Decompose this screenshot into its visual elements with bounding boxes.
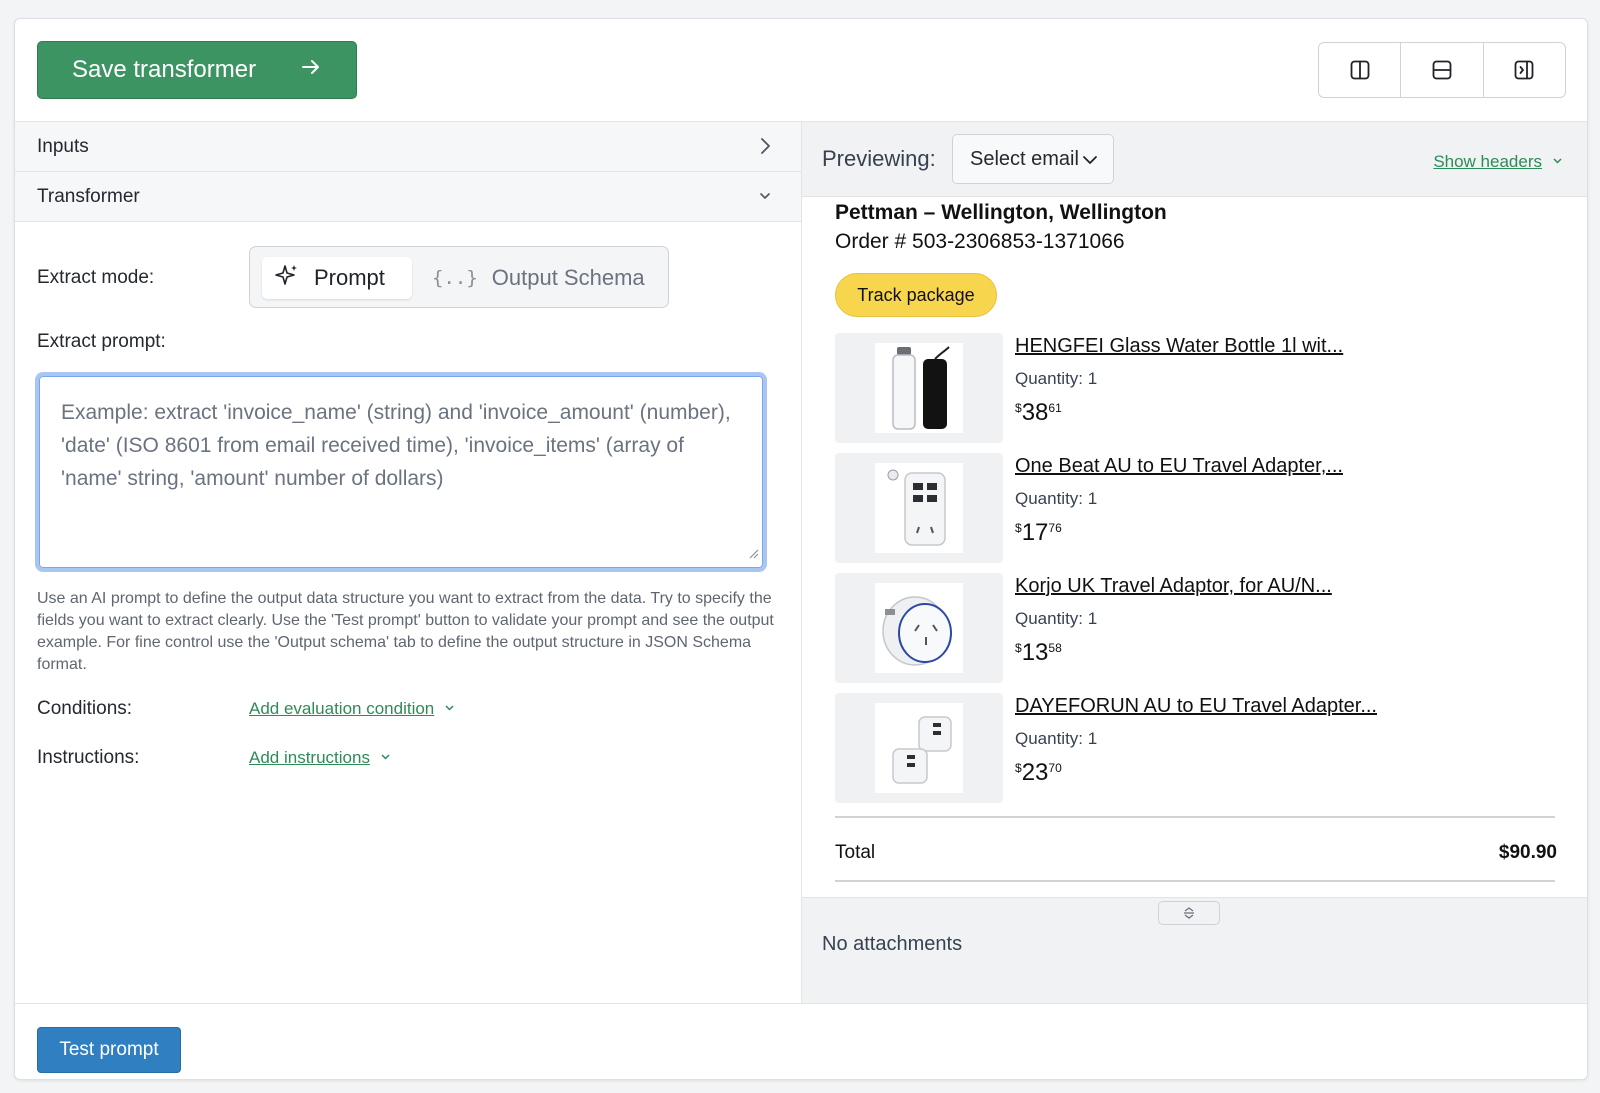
item-price: $1358 <box>1015 639 1062 667</box>
attachments-status: No attachments <box>822 933 963 955</box>
chevron-right-icon <box>755 136 775 162</box>
item-title-link[interactable]: One Beat AU to EU Travel Adapter,... <box>1015 455 1343 478</box>
sparkles-icon <box>274 262 300 294</box>
item-quantity: Quantity: 1 <box>1015 729 1098 748</box>
output-schema-mode-label: Output Schema <box>491 265 645 290</box>
price-whole: 23 <box>1021 759 1049 786</box>
split-vertical-button[interactable] <box>1319 43 1402 97</box>
item-quantity: Quantity: 1 <box>1015 489 1098 508</box>
extract-mode-label: Extract mode: <box>37 267 155 288</box>
order-item: Korjo UK Travel Adaptor, for AU/N... Qua… <box>835 573 1555 683</box>
chevron-down-icon <box>444 702 455 716</box>
chevron-down-icon <box>1081 151 1099 175</box>
pane-resize-handle[interactable] <box>1158 901 1220 925</box>
resize-vertical-icon <box>1184 907 1194 919</box>
select-email-value: Select email <box>970 147 1079 170</box>
price-currency: $ <box>1015 761 1022 775</box>
extract-prompt-field-wrapper <box>35 372 767 572</box>
arrow-right-icon <box>300 56 322 85</box>
travel-adapter-image <box>887 469 946 546</box>
price-fraction: 61 <box>1048 401 1062 415</box>
order-item: One Beat AU to EU Travel Adapter,... Qua… <box>835 453 1555 563</box>
bottom-toolbar: Test prompt <box>15 1003 1587 1079</box>
panel-right-icon <box>1514 60 1534 80</box>
price-fraction: 58 <box>1048 641 1062 655</box>
split-horizontal-icon <box>1432 60 1452 80</box>
email-preview: Pettman – Wellington, Wellington Order #… <box>802 197 1587 897</box>
inputs-accordion-label: Inputs <box>37 135 89 157</box>
resize-handle-icon[interactable] <box>747 546 759 564</box>
price-currency: $ <box>1015 521 1022 535</box>
inputs-accordion[interactable]: Inputs <box>15 122 801 172</box>
price-currency: $ <box>1015 641 1022 655</box>
water-bottle-image <box>892 346 950 430</box>
price-whole: 38 <box>1021 399 1049 426</box>
item-quantity: Quantity: 1 <box>1015 609 1098 628</box>
price-currency: $ <box>1015 401 1022 415</box>
extract-prompt-label: Extract prompt: <box>37 331 166 352</box>
prompt-mode-label: Prompt <box>314 265 385 290</box>
test-prompt-button[interactable]: Test prompt <box>37 1027 181 1073</box>
price-whole: 13 <box>1021 639 1049 666</box>
total-value: $90.90 <box>1498 842 1557 863</box>
chevron-down-icon <box>755 186 775 212</box>
select-email-dropdown[interactable]: Select email <box>952 134 1114 184</box>
top-toolbar: Save transformer <box>15 19 1587 122</box>
travel-adaptor-image <box>882 596 952 666</box>
product-thumbnail[interactable] <box>835 333 1003 443</box>
chevron-down-icon <box>1552 153 1563 171</box>
save-transformer-button[interactable]: Save transformer <box>37 41 357 99</box>
split-vertical-icon <box>1350 60 1370 80</box>
chevron-down-icon <box>380 751 391 765</box>
order-number: Order # 503-2306853-1371066 <box>835 230 1125 253</box>
transformer-accordion-label: Transformer <box>37 185 140 207</box>
transformer-accordion[interactable]: Transformer <box>15 172 801 222</box>
braces-icon: {..} <box>432 267 478 289</box>
item-price: $2370 <box>1015 759 1062 787</box>
prompt-mode-tab[interactable]: Prompt <box>262 257 412 299</box>
transformer-editor: Save transformer Inputs Transformer Extr… <box>14 18 1588 1080</box>
add-instructions-dropdown[interactable]: Add instructions <box>249 748 391 768</box>
add-evaluation-condition-dropdown[interactable]: Add evaluation condition <box>249 699 455 719</box>
item-title-link[interactable]: DAYEFORUN AU to EU Travel Adapter... <box>1015 695 1377 718</box>
total-divider-bottom <box>835 880 1555 882</box>
config-pane: Inputs Transformer Extract mode: Prompt … <box>15 122 802 1003</box>
product-thumbnail[interactable] <box>835 453 1003 563</box>
extract-mode-toggle: Prompt {..} Output Schema <box>249 246 669 308</box>
order-item: DAYEFORUN AU to EU Travel Adapter... Qua… <box>835 693 1555 803</box>
item-price: $1776 <box>1015 519 1062 547</box>
total-divider-top <box>835 816 1555 818</box>
total-label: Total <box>835 842 876 863</box>
output-schema-mode-tab[interactable]: {..} Output Schema <box>432 257 645 299</box>
layout-toggle-group <box>1318 42 1566 98</box>
show-headers-toggle[interactable]: Show headers <box>1433 152 1563 172</box>
product-thumbnail[interactable] <box>835 693 1003 803</box>
sender-line: Pettman – Wellington, Wellington <box>835 201 1167 224</box>
item-price: $3861 <box>1015 399 1062 427</box>
item-title-link[interactable]: Korjo UK Travel Adaptor, for AU/N... <box>1015 575 1332 598</box>
show-headers-link[interactable]: Show headers <box>1433 152 1542 172</box>
track-package-button[interactable]: Track package <box>835 273 997 317</box>
price-whole: 17 <box>1021 519 1049 546</box>
travel-adapter-pair-image <box>892 716 952 784</box>
save-transformer-label: Save transformer <box>72 56 257 83</box>
preview-pane: Previewing: Select email Show headers Pe… <box>802 122 1587 1004</box>
item-title-link[interactable]: HENGFEI Glass Water Bottle 1l wit... <box>1015 335 1343 358</box>
extract-prompt-field[interactable] <box>39 376 763 568</box>
order-item: HENGFEI Glass Water Bottle 1l wit... Qua… <box>835 333 1555 443</box>
prompt-help-text: Use an AI prompt to define the output da… <box>37 590 774 673</box>
item-quantity: Quantity: 1 <box>1015 369 1098 388</box>
split-horizontal-button[interactable] <box>1401 43 1484 97</box>
panel-right-button[interactable] <box>1484 43 1565 97</box>
product-thumbnail[interactable] <box>835 573 1003 683</box>
conditions-label: Conditions: <box>37 698 133 719</box>
add-evaluation-condition-link[interactable]: Add evaluation condition <box>249 699 434 719</box>
previewing-label: Previewing: <box>822 146 936 171</box>
add-instructions-link[interactable]: Add instructions <box>249 748 370 768</box>
instructions-label: Instructions: <box>37 747 140 768</box>
price-fraction: 70 <box>1048 761 1062 775</box>
preview-header: Previewing: Select email Show headers <box>802 122 1587 197</box>
price-fraction: 76 <box>1048 521 1062 535</box>
